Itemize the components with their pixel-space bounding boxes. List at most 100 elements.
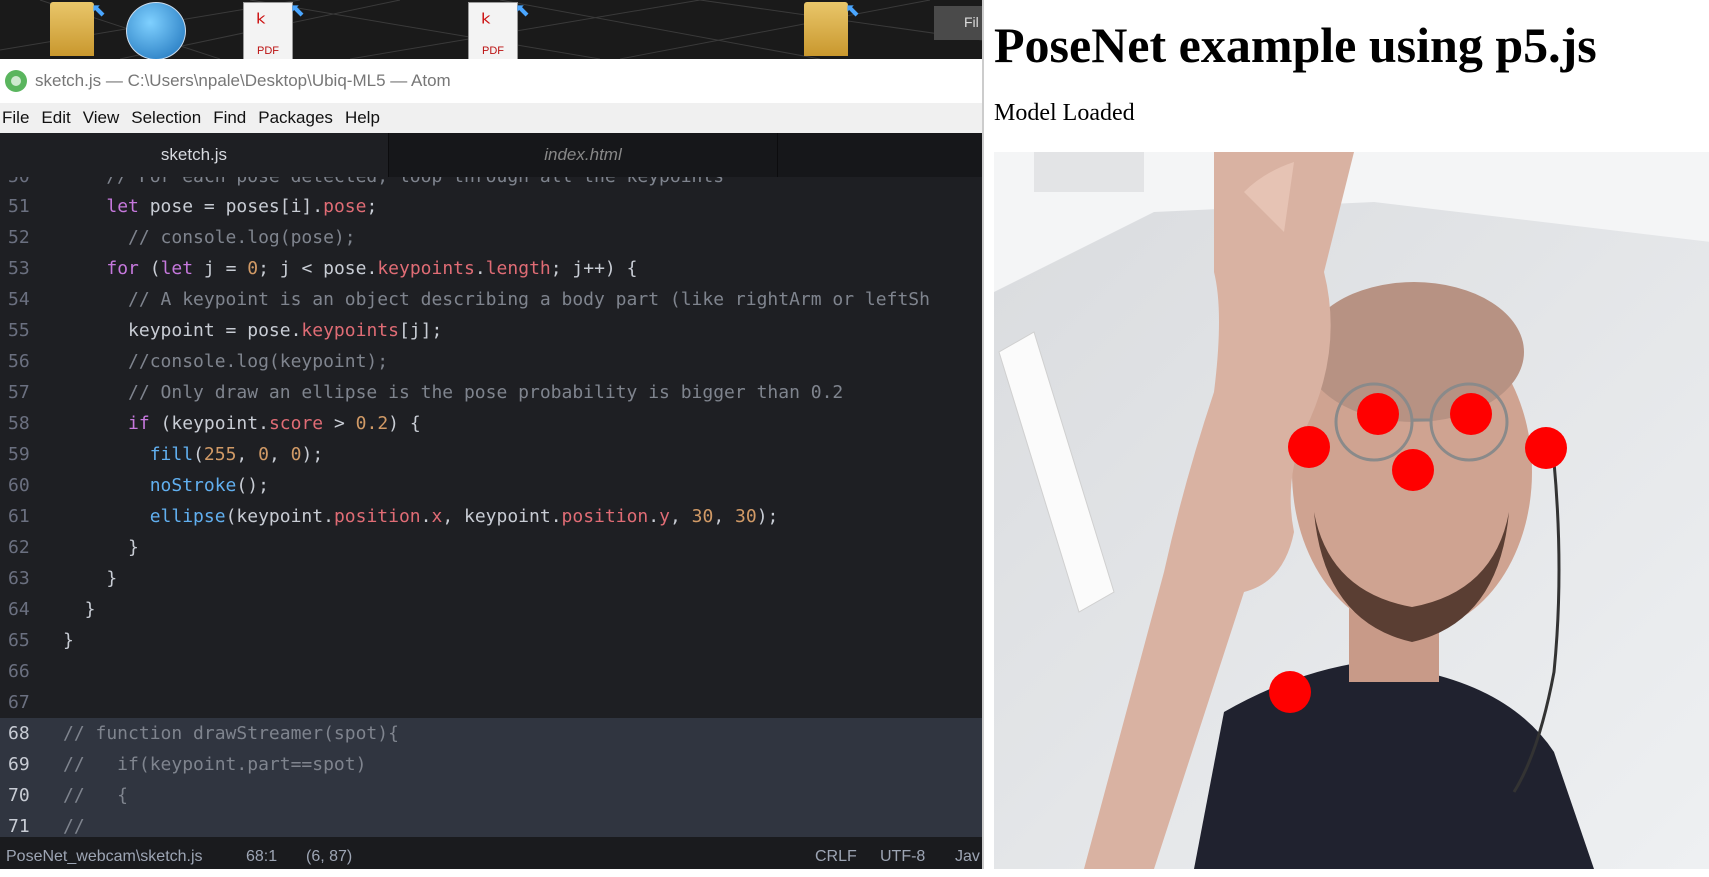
code-text: // { <box>63 785 129 806</box>
code-text: if (keypoint.score > 0.2) { <box>128 413 421 434</box>
code-line[interactable]: 62 } <box>0 532 982 563</box>
line-number: 55 <box>8 320 30 341</box>
code-text: // if(keypoint.part==spot) <box>63 754 367 775</box>
code-line[interactable]: 64 } <box>0 594 982 625</box>
code-line[interactable]: 70 // { <box>0 780 982 811</box>
line-number: 69 <box>8 754 30 775</box>
status-cursor-position[interactable]: 68:1 <box>246 837 277 877</box>
line-number: 71 <box>8 816 30 837</box>
code-line[interactable]: 50 // For each pose detected, loop throu… <box>0 177 982 191</box>
folder-icon[interactable]: ⬉ <box>804 0 860 56</box>
code-text: // A keypoint is an object describing a … <box>63 289 930 310</box>
code-text: let pose = poses[i].pose; <box>106 196 378 217</box>
atom-window: sketch.js — C:\Users\npale\Desktop\Ubiq-… <box>0 59 982 869</box>
code-line[interactable]: 53 for (let j = 0; j < pose.keypoints.le… <box>0 253 982 284</box>
keypoint-dot <box>1392 449 1434 491</box>
pdf-icon[interactable]: ᵏ PDF ⬉ <box>468 0 530 59</box>
code-text: fill(255, 0, 0); <box>149 444 324 465</box>
line-number: 57 <box>8 382 30 403</box>
status-grammar[interactable]: Jav <box>955 837 980 877</box>
code-line[interactable]: 51 let pose = poses[i].pose; <box>0 191 982 222</box>
code-line[interactable]: 61 ellipse(keypoint.position.x, keypoint… <box>0 501 982 532</box>
code-line[interactable]: 57 // Only draw an ellipse is the pose p… <box>0 377 982 408</box>
code-line[interactable]: 65} <box>0 625 982 656</box>
line-number: 52 <box>8 227 30 248</box>
code-line[interactable]: 71 // <box>0 811 982 837</box>
line-number: 62 <box>8 537 30 558</box>
menu-selection[interactable]: Selection <box>128 108 210 128</box>
code-text: // function drawStreamer(spot){ <box>63 723 399 744</box>
code-line[interactable]: 68 // function drawStreamer(spot){ <box>0 718 982 749</box>
line-number: 67 <box>8 692 30 713</box>
line-number: 63 <box>8 568 30 589</box>
status-selection-count[interactable]: (6, 87) <box>306 837 352 877</box>
code-line[interactable]: 54 // A keypoint is an object describing… <box>0 284 982 315</box>
atom-logo-icon <box>5 70 27 92</box>
line-number: 56 <box>8 351 30 372</box>
code-text: } <box>63 599 96 620</box>
tab-bar: sketch.js index.html <box>0 133 982 177</box>
code-text: keypoint = pose.keypoints[j]; <box>63 320 443 341</box>
keypoint-dot <box>1525 427 1567 469</box>
menu-packages[interactable]: Packages <box>255 108 342 128</box>
code-text: for (let j = 0; j < pose.keypoints.lengt… <box>106 258 638 279</box>
line-number: 59 <box>8 444 30 465</box>
code-line[interactable]: 59 fill(255, 0, 0); <box>0 439 982 470</box>
tab-sketch-js[interactable]: sketch.js <box>0 133 389 177</box>
line-number: 60 <box>8 475 30 496</box>
keypoint-dot <box>1269 671 1311 713</box>
code-line[interactable]: 67 <box>0 687 982 718</box>
line-number: 65 <box>8 630 30 651</box>
keypoint-dot <box>1450 393 1492 435</box>
menu-help[interactable]: Help <box>342 108 389 128</box>
line-number: 58 <box>8 413 30 434</box>
desktop-background: ⬉ ᵏ PDF ⬉ ᵏ PDF ⬉ ⬉ Fil <box>0 0 982 59</box>
code-text: // <box>63 816 85 837</box>
menu-find[interactable]: Find <box>210 108 255 128</box>
keypoint-dot <box>1357 393 1399 435</box>
code-text: } <box>63 568 118 589</box>
line-number: 68 <box>8 723 30 744</box>
keypoint-dot <box>1288 426 1330 468</box>
code-text: } <box>63 537 139 558</box>
globe-icon[interactable] <box>126 2 186 59</box>
code-line[interactable]: 60 noStroke(); <box>0 470 982 501</box>
webcam-canvas <box>994 152 1709 869</box>
code-text: ellipse(keypoint.position.x, keypoint.po… <box>149 506 779 527</box>
code-line[interactable]: 69 // if(keypoint.part==spot) <box>0 749 982 780</box>
line-number: 64 <box>8 599 30 620</box>
code-text: //console.log(keypoint); <box>63 351 389 372</box>
code-line[interactable]: 58 if (keypoint.score > 0.2) { <box>0 408 982 439</box>
code-line[interactable]: 52 // console.log(pose); <box>0 222 982 253</box>
code-line[interactable]: 56 //console.log(keypoint); <box>0 346 982 377</box>
tab-index-html[interactable]: index.html <box>389 133 778 177</box>
line-number: 54 <box>8 289 30 310</box>
code-text: noStroke(); <box>149 475 269 496</box>
line-number: 66 <box>8 661 30 682</box>
status-line-ending[interactable]: CRLF <box>815 837 857 877</box>
title-bar[interactable]: sketch.js — C:\Users\npale\Desktop\Ubiq-… <box>0 59 982 103</box>
code-line[interactable]: 55 keypoint = pose.keypoints[j]; <box>0 315 982 346</box>
code-line[interactable]: 66 <box>0 656 982 687</box>
model-status-text: Model Loaded <box>994 100 1135 126</box>
menu-view[interactable]: View <box>80 108 129 128</box>
page-heading: PoseNet example using p5.js <box>994 17 1597 73</box>
code-text: } <box>63 630 74 651</box>
background-window-tab[interactable]: Fil <box>934 6 982 40</box>
folder-icon[interactable]: ⬉ <box>50 0 106 56</box>
menu-edit[interactable]: Edit <box>38 108 79 128</box>
line-number: 51 <box>8 196 30 217</box>
status-file-path[interactable]: PoseNet_webcam\sketch.js <box>6 837 203 877</box>
code-text: // Only draw an ellipse is the pose prob… <box>63 382 844 403</box>
code-editor[interactable]: 50 // For each pose detected, loop throu… <box>0 177 982 837</box>
menu-file[interactable]: File <box>0 108 38 128</box>
window-title: sketch.js — C:\Users\npale\Desktop\Ubiq-… <box>35 71 451 90</box>
line-number: 61 <box>8 506 30 527</box>
line-number: 53 <box>8 258 30 279</box>
pdf-icon[interactable]: ᵏ PDF ⬉ <box>243 0 305 59</box>
code-text: // console.log(pose); <box>63 227 356 248</box>
code-line[interactable]: 63 } <box>0 563 982 594</box>
menu-bar: File Edit View Selection Find Packages H… <box>0 103 982 133</box>
browser-window: PoseNet example using p5.js Model Loaded <box>982 0 1709 869</box>
status-encoding[interactable]: UTF-8 <box>880 837 925 877</box>
